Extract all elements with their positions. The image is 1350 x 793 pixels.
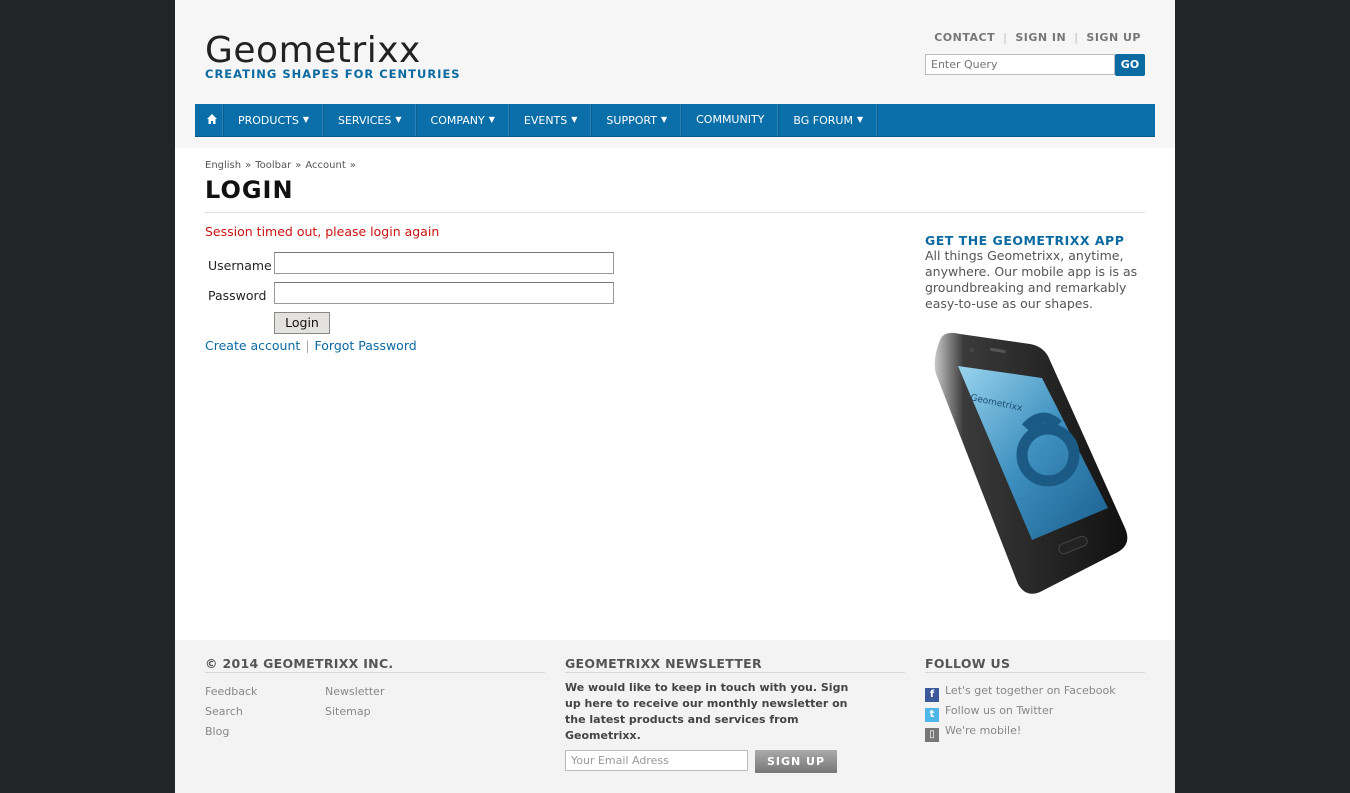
breadcrumb-separator-icon: » xyxy=(295,160,302,171)
logo-title: Geometrixx xyxy=(205,30,421,71)
facebook-icon: f xyxy=(925,688,939,702)
newsletter-title: GEOMETRIXX NEWSLETTER xyxy=(565,656,762,671)
footer: © 2014 GEOMETRIXX INC. Feedback Search B… xyxy=(175,640,1175,793)
header: Geometrixx CREATING SHAPES FOR CENTURIES… xyxy=(175,0,1175,148)
top-links: CONTACT | SIGN IN | SIGN UP xyxy=(934,31,1141,44)
nav-label: SUPPORT xyxy=(606,114,657,127)
logo[interactable]: Geometrixx CREATING SHAPES FOR CENTURIES xyxy=(205,30,461,82)
app-promo-title[interactable]: GET THE GEOMETRIXX APP xyxy=(925,233,1124,248)
nav-label: SERVICES xyxy=(338,114,392,127)
follow-us-title: FOLLOW US xyxy=(925,656,1011,671)
breadcrumb: English» Toolbar» Account» xyxy=(205,160,360,171)
separator: | xyxy=(305,338,310,353)
newsletter-signup-button[interactable]: SIGN UP xyxy=(755,750,837,773)
mobile-icon: ▯ xyxy=(925,728,939,742)
dropdown-arrow-icon: ▼ xyxy=(302,115,309,124)
footer-divider xyxy=(925,672,1145,673)
page: Geometrixx CREATING SHAPES FOR CENTURIES… xyxy=(175,0,1175,793)
error-message: Session timed out, please login again xyxy=(205,224,440,239)
main-nav: PRODUCTS ▼ SERVICES ▼ COMPANY ▼ EVENTS ▼ SUP… xyxy=(195,104,1155,137)
social-twitter[interactable]: t Follow us on Twitter xyxy=(925,704,1053,722)
newsletter-text: We would like to keep in touch with you.… xyxy=(565,681,849,742)
nav-company[interactable]: COMPANY ▼ xyxy=(417,104,510,136)
separator: | xyxy=(1003,31,1008,44)
dropdown-arrow-icon: ▼ xyxy=(856,115,864,124)
search-input[interactable] xyxy=(925,54,1115,75)
nav-label: BG FORUM xyxy=(793,114,853,127)
nav-label: PRODUCTS xyxy=(238,114,299,127)
footer-divider xyxy=(205,672,545,673)
footer-link-newsletter[interactable]: Newsletter xyxy=(325,685,384,698)
nav-community[interactable]: COMMUNITY xyxy=(682,104,780,136)
newsletter-email-input[interactable]: Your Email Adress xyxy=(565,750,748,771)
social-label: We're mobile! xyxy=(945,724,1022,737)
dropdown-arrow-icon: ▼ xyxy=(488,115,495,124)
breadcrumb-item[interactable]: English xyxy=(205,160,241,171)
footer-link-search[interactable]: Search xyxy=(205,705,243,718)
search-go-button[interactable]: GO xyxy=(1115,54,1145,76)
breadcrumb-item[interactable]: Toolbar xyxy=(255,160,291,171)
account-links: Create account | Forgot Password xyxy=(205,338,417,353)
home-icon xyxy=(207,114,217,124)
footer-link-feedback[interactable]: Feedback xyxy=(205,685,257,698)
breadcrumb-item[interactable]: Account xyxy=(305,160,345,171)
logo-tagline: CREATING SHAPES FOR CENTURIES xyxy=(205,67,461,81)
phone-image: Geometrixx xyxy=(930,330,1130,599)
contact-link[interactable]: CONTACT xyxy=(934,31,995,44)
nav-services[interactable]: SERVICES ▼ xyxy=(324,104,417,136)
footer-link-blog[interactable]: Blog xyxy=(205,725,229,738)
sign-in-link[interactable]: SIGN IN xyxy=(1015,31,1066,44)
main-content: English» Toolbar» Account» LOGIN Session t… xyxy=(175,148,1175,640)
username-field[interactable] xyxy=(274,252,614,274)
social-facebook[interactable]: f Let's get together on Facebook xyxy=(925,684,1116,702)
password-field[interactable] xyxy=(274,282,614,304)
nav-events[interactable]: EVENTS ▼ xyxy=(510,104,593,136)
dropdown-arrow-icon: ▼ xyxy=(571,115,578,124)
breadcrumb-separator-icon: » xyxy=(349,160,356,171)
footer-copyright: © 2014 GEOMETRIXX INC. xyxy=(205,656,394,671)
twitter-icon: t xyxy=(925,708,939,722)
dropdown-arrow-icon: ▼ xyxy=(660,115,668,124)
social-label: Follow us on Twitter xyxy=(945,704,1054,717)
username-label: Username xyxy=(208,258,272,273)
breadcrumb-separator-icon: » xyxy=(245,160,252,171)
title-divider xyxy=(205,212,1145,213)
footer-link-sitemap[interactable]: Sitemap xyxy=(325,705,371,718)
footer-divider xyxy=(565,672,905,673)
nav-products[interactable]: PRODUCTS ▼ xyxy=(224,104,324,136)
login-button[interactable]: Login xyxy=(274,312,330,334)
app-promo-text: All things Geometrixx, anytime, anywhere… xyxy=(925,248,1138,311)
sign-up-link[interactable]: SIGN UP xyxy=(1086,31,1141,44)
social-label: Let's get together on Facebook xyxy=(945,684,1116,697)
nav-support[interactable]: SUPPORT ▼ xyxy=(592,104,683,136)
nav-home[interactable] xyxy=(195,104,224,136)
dropdown-arrow-icon: ▼ xyxy=(395,115,402,124)
nav-bg-forum[interactable]: BG FORUM ▼ xyxy=(779,104,879,136)
nav-label: EVENTS xyxy=(523,114,568,127)
page-title: LOGIN xyxy=(205,176,294,204)
social-mobile[interactable]: ▯ We're mobile! xyxy=(925,724,1021,742)
forgot-password-link[interactable]: Forgot Password xyxy=(315,338,417,353)
search-box: GO xyxy=(925,53,1145,76)
password-label: Password xyxy=(208,288,267,303)
create-account-link[interactable]: Create account xyxy=(205,338,300,353)
separator: | xyxy=(1074,31,1079,44)
nav-label: COMMUNITY xyxy=(696,113,765,126)
nav-label: COMPANY xyxy=(430,114,485,127)
